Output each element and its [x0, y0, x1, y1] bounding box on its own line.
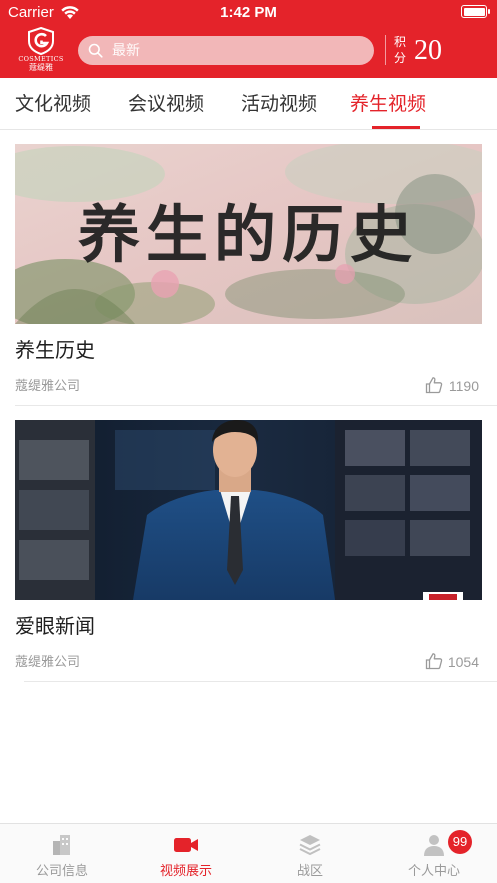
- tabbar-item-war-zone[interactable]: 战区: [248, 824, 372, 883]
- thumbs-up-icon: [425, 377, 443, 394]
- tab-activity-video[interactable]: 活动视频: [241, 78, 317, 130]
- tabbar-label: 视频展示: [159, 864, 212, 879]
- like-count: 1054: [447, 654, 479, 670]
- layers-icon: [299, 835, 321, 856]
- video-camera-icon: [174, 838, 198, 852]
- status-time: 1:42 PM: [220, 4, 277, 21]
- brand-logo-en: COSMETICS: [18, 55, 64, 63]
- search-input[interactable]: [112, 36, 362, 65]
- list-divider: [15, 405, 497, 406]
- search-icon: [88, 43, 103, 58]
- brand-logo-mark: [28, 27, 54, 55]
- tab-health-video[interactable]: 养生视频: [350, 78, 426, 130]
- tabbar-item-personal-center[interactable]: 个人中心: [372, 824, 496, 883]
- brand-logo-cn: 蔻缇雅: [29, 63, 53, 72]
- notification-badge: 99: [448, 830, 472, 854]
- status-bar: Carrier 1:42 PM: [0, 0, 497, 26]
- points-divider: [385, 35, 386, 65]
- person-icon: [424, 835, 444, 856]
- list-divider: [24, 681, 497, 682]
- video-title[interactable]: 养生历史: [15, 336, 95, 364]
- points-label: 积分: [394, 35, 407, 65]
- tabbar-item-video-showcase[interactable]: 视频展示: [124, 824, 248, 883]
- video-source: 蔻缇雅公司: [15, 655, 81, 670]
- points-value[interactable]: 20: [414, 34, 442, 68]
- thumbs-up-icon: [425, 653, 443, 670]
- category-tabs: 文化视频 会议视频 活动视频 养生视频: [0, 78, 497, 130]
- tabbar-item-company-info[interactable]: 公司信息: [0, 824, 124, 883]
- tab-meeting-video[interactable]: 会议视频: [128, 78, 204, 130]
- search-bar[interactable]: [78, 36, 374, 65]
- tab-culture-video[interactable]: 文化视频: [15, 78, 91, 130]
- thumbnail-calligraphy: 养生的历史: [78, 198, 418, 271]
- like-count: 1190: [448, 378, 479, 394]
- bottom-tab-bar: 公司信息 视频展示 战区 个人中心: [0, 823, 497, 883]
- video-source: 蔻缇雅公司: [15, 379, 81, 394]
- tabbar-label: 战区: [296, 864, 323, 879]
- building-icon: [53, 835, 70, 855]
- tabbar-label: 个人中心: [407, 864, 460, 879]
- battery-icon: [461, 5, 490, 18]
- brand-logo: COSMETICS 蔻缇雅: [14, 27, 68, 73]
- video-thumbnail[interactable]: 养生的历史: [15, 144, 482, 324]
- video-title[interactable]: 爱眼新闻: [15, 612, 95, 640]
- app-header: Carrier 1:42 PM COSMETICS 蔻缇雅 积分 20: [0, 0, 497, 78]
- tabbar-label: 公司信息: [35, 864, 88, 879]
- active-tab-indicator: [372, 126, 420, 129]
- video-thumbnail[interactable]: [15, 420, 482, 600]
